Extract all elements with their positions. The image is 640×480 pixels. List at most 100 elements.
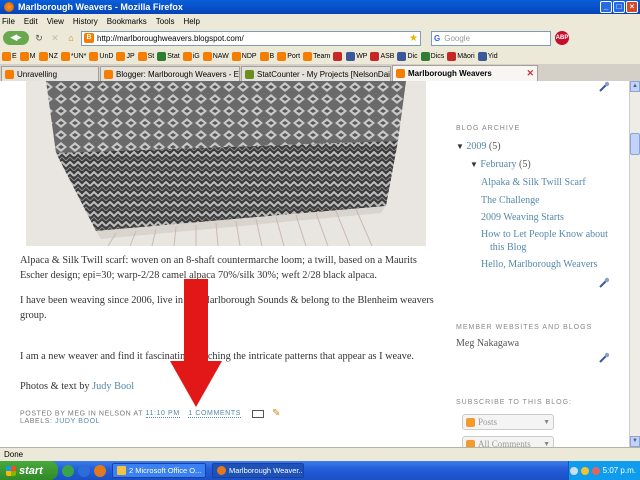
- task-label: Marlborough Weaver...: [229, 466, 304, 475]
- home-icon[interactable]: ⌂: [65, 32, 77, 44]
- blogger-icon: [104, 69, 113, 79]
- archive-post-link[interactable]: Hello, Marlborough Weavers: [481, 259, 597, 270]
- close-button[interactable]: ×: [626, 1, 638, 13]
- menu-history[interactable]: History: [73, 17, 98, 26]
- comments-link[interactable]: 1 COMMENTS: [188, 410, 241, 419]
- bookmark-item[interactable]: NZ: [38, 51, 58, 61]
- taskbar-firefox-button[interactable]: Marlborough Weaver...: [212, 463, 304, 478]
- tray-icon[interactable]: [580, 466, 589, 475]
- bookmark-item[interactable]: iG: [182, 51, 200, 61]
- collapse-triangle-icon[interactable]: ▼: [456, 142, 464, 151]
- firefox-quicklaunch-icon[interactable]: [94, 464, 106, 477]
- reload-icon[interactable]: ↻: [33, 32, 45, 44]
- bookmark-label: E: [12, 52, 17, 60]
- ie-icon[interactable]: [78, 464, 90, 477]
- credit-prefix: Photos & text by: [20, 381, 93, 392]
- bookmark-item[interactable]: M: [19, 51, 36, 61]
- show-desktop-icon[interactable]: [62, 464, 74, 477]
- labels-prefix: LABELS:: [20, 418, 56, 425]
- close-tab-icon[interactable]: ✕: [526, 68, 534, 79]
- archive-post-link[interactable]: The Challenge: [481, 195, 540, 206]
- bookmark-star-icon[interactable]: ★: [409, 33, 418, 44]
- tab-blogger-edit[interactable]: Blogger: Marlborough Weavers - Edit ...: [100, 66, 240, 81]
- maximize-button[interactable]: □: [613, 1, 625, 13]
- taskbar-office-button[interactable]: 2 Microsoft Office O...: [112, 463, 206, 478]
- back-forward-button[interactable]: ◀▸: [3, 31, 29, 45]
- quick-edit-tool-icon[interactable]: [598, 352, 610, 364]
- asb-icon: [370, 51, 380, 61]
- edit-pencil-icon[interactable]: ✎: [272, 408, 281, 419]
- blogger-icon: [116, 51, 126, 61]
- archive-post-link-cont[interactable]: this Blog: [490, 242, 526, 253]
- archive-month-link[interactable]: February: [480, 159, 516, 170]
- bookmark-item[interactable]: Māori: [447, 51, 475, 61]
- collapse-triangle-icon[interactable]: ▼: [470, 160, 478, 169]
- subscribe-comments-button[interactable]: All Comments ▼: [462, 436, 554, 447]
- quick-edit-tool-icon[interactable]: [598, 277, 610, 289]
- quick-edit-tool-icon[interactable]: [598, 81, 610, 93]
- bookmark-item[interactable]: Port: [277, 51, 300, 61]
- url-bar[interactable]: B http://marlboroughweavers.blogspot.com…: [81, 30, 421, 46]
- tab-marlborough-weavers[interactable]: Marlborough Weavers ✕: [392, 65, 538, 81]
- bookmark-item[interactable]: St: [137, 51, 154, 61]
- label-link[interactable]: JUDY BOOL: [55, 418, 100, 425]
- bookmark-item[interactable]: NAW: [202, 51, 229, 61]
- post-credit: Photos & text by Judy Bool: [20, 379, 440, 394]
- archive-post-link[interactable]: Alpaka & Silk Twill Scarf: [481, 177, 586, 188]
- menu-edit[interactable]: Edit: [24, 17, 38, 26]
- tab-unravelling[interactable]: Unravelling: [1, 66, 99, 81]
- scroll-up-icon[interactable]: ▲: [630, 81, 640, 92]
- adblock-icon[interactable]: ABP: [555, 31, 569, 45]
- bookmark-item[interactable]: WP: [346, 51, 367, 61]
- bookmark-item[interactable]: *UN*: [60, 51, 87, 61]
- firefox-icon: [217, 466, 226, 475]
- vertical-scrollbar[interactable]: ▲ ▼: [629, 81, 640, 447]
- stop-icon[interactable]: ✕: [49, 32, 61, 44]
- archive-post-link[interactable]: How to Let People Know about: [481, 229, 608, 240]
- clock[interactable]: 5:07 p.m.: [603, 466, 636, 475]
- author-link[interactable]: Judy Bool: [92, 381, 134, 392]
- scroll-down-icon[interactable]: ▼: [630, 436, 640, 447]
- archive-year[interactable]: ▼ 2009 (5): [456, 141, 501, 152]
- bookmark-label: Māori: [457, 52, 475, 60]
- bookmark-item[interactable]: ASB: [370, 51, 394, 61]
- bookmark-item[interactable]: E: [2, 51, 17, 61]
- menu-view[interactable]: View: [47, 17, 64, 26]
- email-post-icon[interactable]: [251, 409, 264, 418]
- bookmark-item[interactable]: [333, 51, 343, 61]
- bookmark-item[interactable]: NDP: [231, 51, 257, 61]
- archive-month[interactable]: ▼ February (5): [470, 159, 531, 170]
- windows-taskbar: start 2 Microsoft Office O... Marlboroug…: [0, 461, 640, 480]
- wp-icon: [346, 51, 356, 61]
- bookmark-item[interactable]: Team: [303, 51, 330, 61]
- bookmark-item[interactable]: Yid: [477, 51, 498, 61]
- scroll-thumb[interactable]: [630, 133, 640, 155]
- blogger-icon: [2, 51, 11, 61]
- start-button[interactable]: start: [0, 461, 58, 480]
- bookmark-item[interactable]: UnD: [89, 51, 113, 61]
- member-name[interactable]: Meg Nakagawa: [456, 338, 519, 349]
- menu-help[interactable]: Help: [183, 17, 199, 26]
- tray-icon[interactable]: [569, 466, 578, 475]
- post-paragraph: I am a new weaver and find it fascinatin…: [20, 351, 414, 362]
- posted-by-text: POSTED BY MEG IN NELSON AT: [20, 410, 146, 418]
- bookmark-item[interactable]: B: [259, 51, 274, 61]
- subscribe-posts-button[interactable]: Posts ▼: [462, 414, 554, 430]
- post-time-link[interactable]: 11:10 PM: [145, 410, 180, 419]
- tray-icon[interactable]: [591, 466, 600, 475]
- menu-tools[interactable]: Tools: [156, 17, 175, 26]
- minimize-button[interactable]: _: [600, 1, 612, 13]
- menu-file[interactable]: File: [2, 17, 15, 26]
- search-input[interactable]: G Google: [431, 30, 551, 46]
- bookmark-label: NAW: [212, 52, 229, 60]
- bookmark-item[interactable]: Stat: [157, 51, 180, 61]
- bookmark-label: *UN*: [70, 52, 87, 60]
- tab-statcounter[interactable]: StatCounter - My Projects [NelsonDail...: [241, 66, 391, 81]
- bookmark-item[interactable]: Dic: [397, 51, 418, 61]
- menu-bookmarks[interactable]: Bookmarks: [107, 17, 147, 26]
- archive-post-link[interactable]: 2009 Weaving Starts: [481, 212, 564, 223]
- page-content: Alpaca & Silk Twill scarf: woven on an 8…: [0, 81, 629, 447]
- bookmark-item[interactable]: Dics: [420, 51, 444, 61]
- bookmark-item[interactable]: JP: [116, 51, 135, 61]
- archive-year-link[interactable]: 2009: [466, 141, 486, 152]
